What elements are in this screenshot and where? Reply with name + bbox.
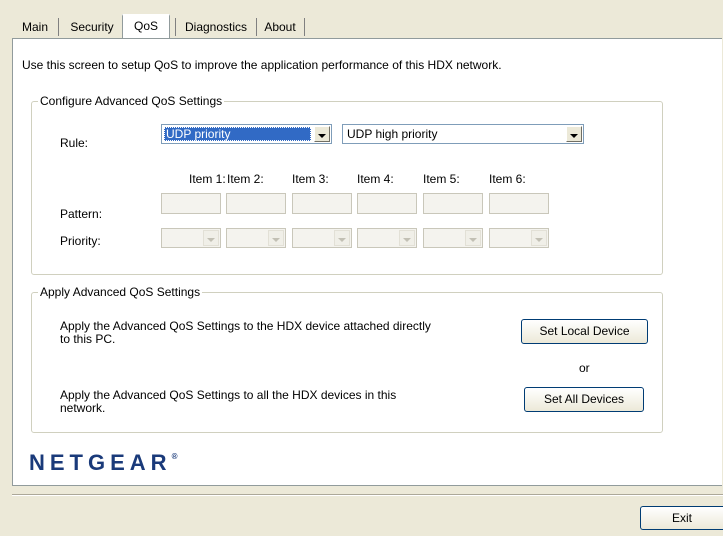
item-header: Item 6: xyxy=(489,172,526,186)
chevron-down-icon xyxy=(334,230,350,246)
pattern-field-6[interactable] xyxy=(489,193,549,214)
pattern-field-1[interactable] xyxy=(161,193,221,214)
item-header: Item 1: xyxy=(189,172,226,186)
priority-label: Priority: xyxy=(60,234,101,248)
item-header: Item 5: xyxy=(423,172,460,186)
registered-mark: ® xyxy=(171,452,178,461)
tab-qos[interactable]: QoS xyxy=(122,14,170,38)
rule-priority-value: UDP high priority xyxy=(347,127,438,141)
footer-divider xyxy=(12,494,723,496)
logo-text: NETGEAR xyxy=(29,450,172,475)
tab-about[interactable]: About xyxy=(256,18,305,36)
chevron-down-icon xyxy=(203,230,219,246)
intro-text: Use this screen to setup QoS to improve … xyxy=(22,58,502,72)
or-text: or xyxy=(579,361,590,375)
chevron-down-icon[interactable] xyxy=(566,126,582,142)
pattern-field-2[interactable] xyxy=(226,193,286,214)
priority-select-2[interactable] xyxy=(226,228,286,248)
rule-priority-select[interactable]: UDP high priority xyxy=(342,124,584,144)
priority-select-4[interactable] xyxy=(357,228,417,248)
item-header: Item 3: xyxy=(292,172,329,186)
priority-select-3[interactable] xyxy=(292,228,352,248)
chevron-down-icon[interactable] xyxy=(314,126,330,142)
pattern-field-4[interactable] xyxy=(357,193,417,214)
apply-all-text: Apply the Advanced QoS Settings to all t… xyxy=(60,388,397,415)
set-all-devices-button[interactable]: Set All Devices xyxy=(524,387,644,412)
chevron-down-icon xyxy=(268,230,284,246)
set-local-device-button[interactable]: Set Local Device xyxy=(521,319,648,344)
configure-qos-title: Configure Advanced QoS Settings xyxy=(40,94,223,108)
chevron-down-icon xyxy=(465,230,481,246)
chevron-down-icon xyxy=(531,230,547,246)
rule-type-value: UDP priority xyxy=(164,127,311,141)
item-header: Item 2: xyxy=(227,172,264,186)
priority-select-1[interactable] xyxy=(161,228,221,248)
tab-security[interactable]: Security xyxy=(61,18,124,36)
tab-diagnostics[interactable]: Diagnostics xyxy=(175,18,257,36)
priority-select-6[interactable] xyxy=(489,228,549,248)
tab-main[interactable]: Main xyxy=(12,18,59,36)
rule-label: Rule: xyxy=(60,136,89,150)
chevron-down-icon xyxy=(399,230,415,246)
qos-panel: Use this screen to setup QoS to improve … xyxy=(12,38,722,486)
pattern-field-5[interactable] xyxy=(423,193,483,214)
apply-qos-title: Apply Advanced QoS Settings xyxy=(40,285,201,299)
netgear-logo: NETGEAR® xyxy=(29,450,177,476)
pattern-label: Pattern: xyxy=(60,207,103,221)
pattern-field-3[interactable] xyxy=(292,193,352,214)
item-header: Item 4: xyxy=(357,172,394,186)
apply-local-text: Apply the Advanced QoS Settings to the H… xyxy=(60,319,431,346)
rule-type-select[interactable]: UDP priority xyxy=(161,124,332,144)
exit-button[interactable]: Exit xyxy=(640,506,723,530)
priority-select-5[interactable] xyxy=(423,228,483,248)
